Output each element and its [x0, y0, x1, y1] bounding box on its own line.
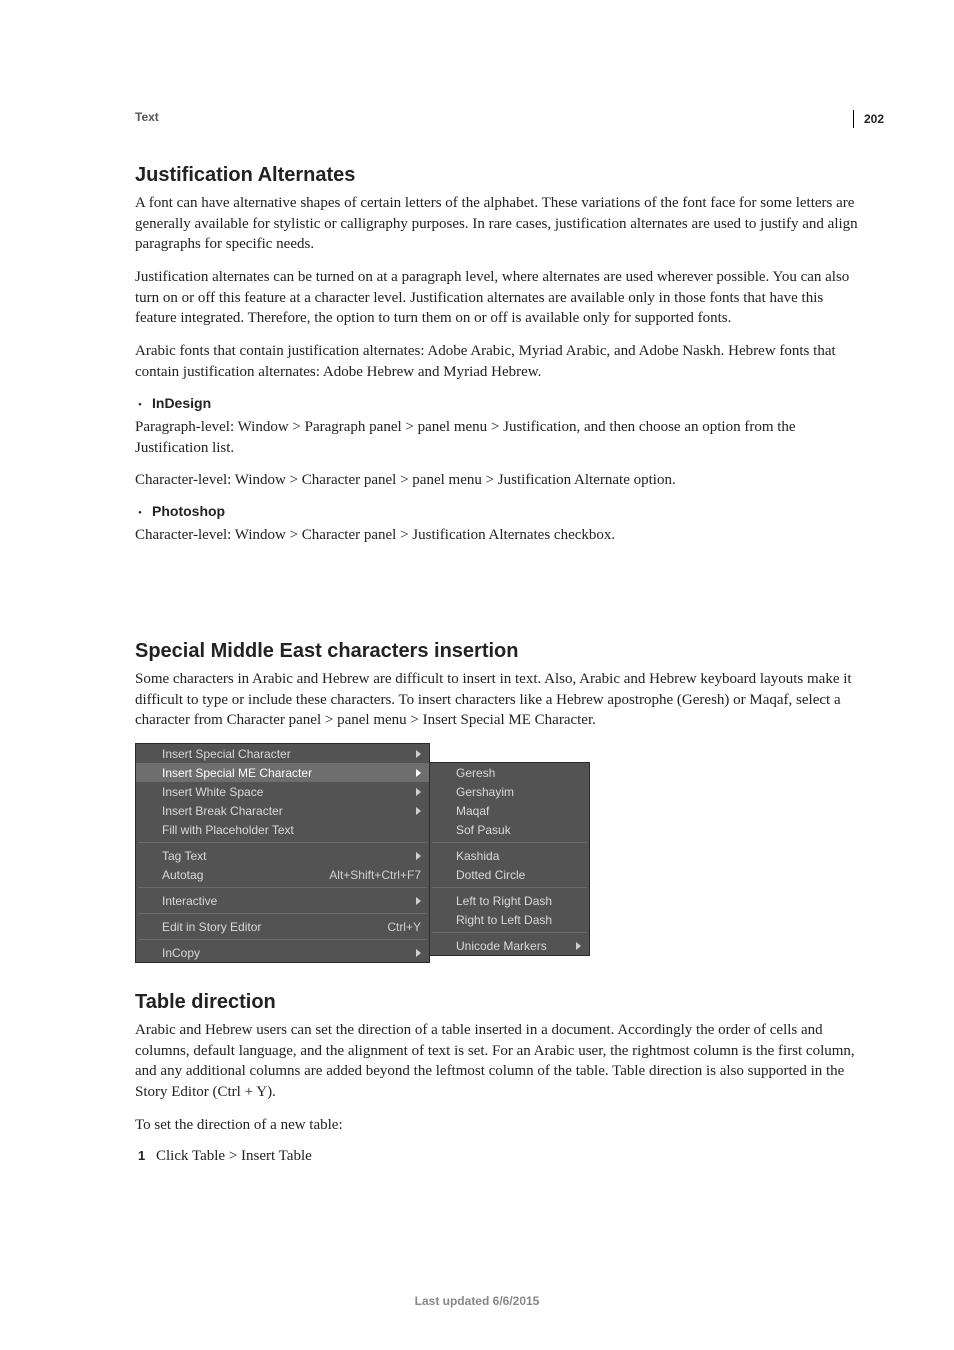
menu-item[interactable]: Gershayim — [430, 782, 589, 801]
menu-item[interactable]: Insert Special Character — [136, 744, 429, 763]
submenu-arrow-icon — [416, 769, 421, 777]
bullet-dot-icon: • — [138, 506, 152, 521]
menu-item-label: Gershayim — [456, 785, 514, 799]
menu-item-label: InCopy — [162, 946, 200, 960]
menu-separator — [432, 842, 587, 843]
menu-item[interactable]: Maqaf — [430, 801, 589, 820]
paragraph: Character-level: Window > Character pane… — [135, 470, 864, 491]
menu-separator — [138, 913, 427, 914]
menu-item[interactable]: Insert Break Character — [136, 801, 429, 820]
menu-separator — [138, 939, 427, 940]
chapter-label: Text — [135, 110, 864, 124]
numbered-step: 1 Click Table > Insert Table — [138, 1148, 864, 1165]
menu-separator — [432, 932, 587, 933]
menu-item[interactable]: Insert Special ME Character — [136, 763, 429, 782]
bullet-dot-icon: • — [138, 398, 152, 413]
menu-screenshot: Insert Special Character Insert Special M… — [135, 743, 864, 963]
menu-item[interactable]: Left to Right Dash — [430, 891, 589, 910]
menu-item-label: Kashida — [456, 849, 499, 863]
menu-item[interactable]: InCopy — [136, 943, 429, 962]
menu-separator — [432, 887, 587, 888]
document-page: 202 Text Justification Alternates A font… — [0, 0, 954, 1350]
step-text: Click Table > Insert Table — [156, 1148, 312, 1165]
menu-item[interactable]: Unicode Markers — [430, 936, 589, 955]
bullet-label-indesign: InDesign — [152, 395, 211, 411]
menu-item-label: Tag Text — [162, 849, 206, 863]
menu-shortcut: Ctrl+Y — [387, 920, 421, 934]
menu-item[interactable]: Insert White Space — [136, 782, 429, 801]
menu-item[interactable]: Right to Left Dash — [430, 910, 589, 929]
menu-item[interactable]: Dotted Circle — [430, 865, 589, 884]
menu-item-label: Right to Left Dash — [456, 913, 552, 927]
menu-item[interactable]: Fill with Placeholder Text — [136, 820, 429, 839]
heading-special-me-characters: Special Middle East characters insertion — [135, 640, 864, 663]
paragraph: Arabic and Hebrew users can set the dire… — [135, 1020, 864, 1103]
step-number: 1 — [138, 1148, 156, 1163]
menu-item-label: Insert Break Character — [162, 804, 283, 818]
submenu-arrow-icon — [416, 788, 421, 796]
paragraph: Arabic fonts that contain justification … — [135, 341, 864, 382]
paragraph: To set the direction of a new table: — [135, 1115, 864, 1136]
menu-separator — [138, 887, 427, 888]
page-number: 202 — [853, 110, 884, 128]
heading-table-direction: Table direction — [135, 991, 864, 1014]
menu-right-panel: Geresh Gershayim Maqaf Sof Pasuk Kashida Dott… — [430, 762, 590, 956]
menu-item-label: Edit in Story Editor — [162, 920, 261, 934]
menu-item-label: Insert Special ME Character — [162, 766, 312, 780]
bullet-label-photoshop: Photoshop — [152, 503, 225, 519]
paragraph: Justification alternates can be turned o… — [135, 267, 864, 329]
menu-item-label: Unicode Markers — [456, 939, 547, 953]
submenu-arrow-icon — [416, 949, 421, 957]
menu-item-label: Interactive — [162, 894, 217, 908]
menu-item[interactable]: Edit in Story Editor Ctrl+Y — [136, 917, 429, 936]
submenu-arrow-icon — [416, 897, 421, 905]
menu-item-label: Insert White Space — [162, 785, 263, 799]
menu-item[interactable]: Tag Text — [136, 846, 429, 865]
submenu-arrow-icon — [416, 750, 421, 758]
menu-item-label: Autotag — [162, 868, 203, 882]
menu-item-label: Geresh — [456, 766, 495, 780]
bullet-item: • Photoshop — [138, 503, 864, 521]
menu-left-panel: Insert Special Character Insert Special M… — [135, 743, 430, 963]
paragraph: Character-level: Window > Character pane… — [135, 525, 864, 546]
menu-item[interactable]: Autotag Alt+Shift+Ctrl+F7 — [136, 865, 429, 884]
menu-item-label: Left to Right Dash — [456, 894, 552, 908]
submenu-arrow-icon — [576, 942, 581, 950]
paragraph: A font can have alternative shapes of ce… — [135, 193, 864, 255]
menu-item-label: Fill with Placeholder Text — [162, 823, 294, 837]
menu-item-label: Insert Special Character — [162, 747, 291, 761]
menu-item[interactable]: Geresh — [430, 763, 589, 782]
menu-item[interactable]: Kashida — [430, 846, 589, 865]
page-footer: Last updated 6/6/2015 — [0, 1294, 954, 1308]
submenu-arrow-icon — [416, 807, 421, 815]
paragraph: Some characters in Arabic and Hebrew are… — [135, 669, 864, 731]
menu-item-label: Maqaf — [456, 804, 489, 818]
heading-justification-alternates: Justification Alternates — [135, 164, 864, 187]
menu-item[interactable]: Interactive — [136, 891, 429, 910]
menu-shortcut: Alt+Shift+Ctrl+F7 — [329, 868, 421, 882]
menu-separator — [138, 842, 427, 843]
submenu-arrow-icon — [416, 852, 421, 860]
bullet-item: • InDesign — [138, 395, 864, 413]
menu-item[interactable]: Sof Pasuk — [430, 820, 589, 839]
menu-item-label: Dotted Circle — [456, 868, 525, 882]
menu-item-label: Sof Pasuk — [456, 823, 511, 837]
paragraph: Paragraph-level: Window > Paragraph pane… — [135, 417, 864, 458]
